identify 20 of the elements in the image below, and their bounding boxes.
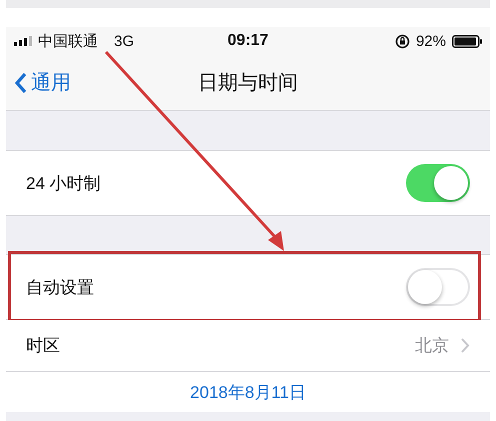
toggle-switch[interactable]	[406, 268, 470, 306]
toggle-switch[interactable]	[406, 164, 470, 202]
rotation-lock-icon	[394, 34, 410, 48]
row-label: 时区	[26, 335, 60, 357]
back-button[interactable]: 通用	[14, 69, 71, 96]
carrier-name: 中国联通	[38, 32, 98, 50]
battery-percent: 92%	[416, 32, 446, 50]
date-text[interactable]: 2018年8月11日	[190, 380, 306, 404]
page-title: 日期与时间	[198, 71, 298, 96]
row-label: 24 小时制	[26, 172, 101, 194]
row-label: 自动设置	[26, 276, 94, 298]
signal-icon	[14, 36, 32, 46]
chevron-icon	[461, 338, 470, 353]
network-type: 3G	[114, 32, 134, 50]
battery-icon	[452, 34, 482, 48]
status-time: 09:17	[228, 32, 268, 50]
settings-row[interactable]: 24 小时制	[6, 151, 490, 216]
back-chevron-icon	[14, 72, 27, 94]
row-value: 北京	[415, 335, 449, 357]
settings-row[interactable]: 时区 北京	[6, 320, 490, 372]
